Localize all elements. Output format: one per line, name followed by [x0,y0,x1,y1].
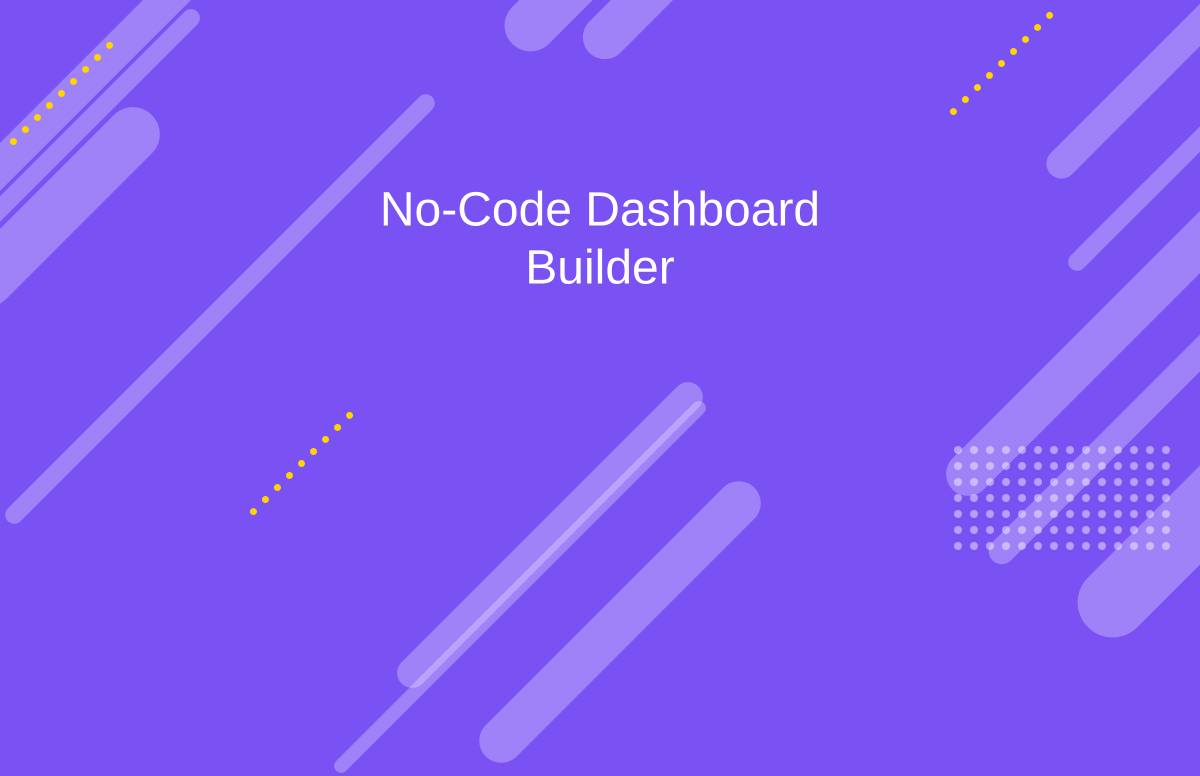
hero-title: No-Code Dashboard Builder [380,182,820,297]
accent-dots-bottom-left [248,410,354,516]
accent-dots-top-right [948,10,1054,116]
dot-grid-decoration [954,446,1170,550]
